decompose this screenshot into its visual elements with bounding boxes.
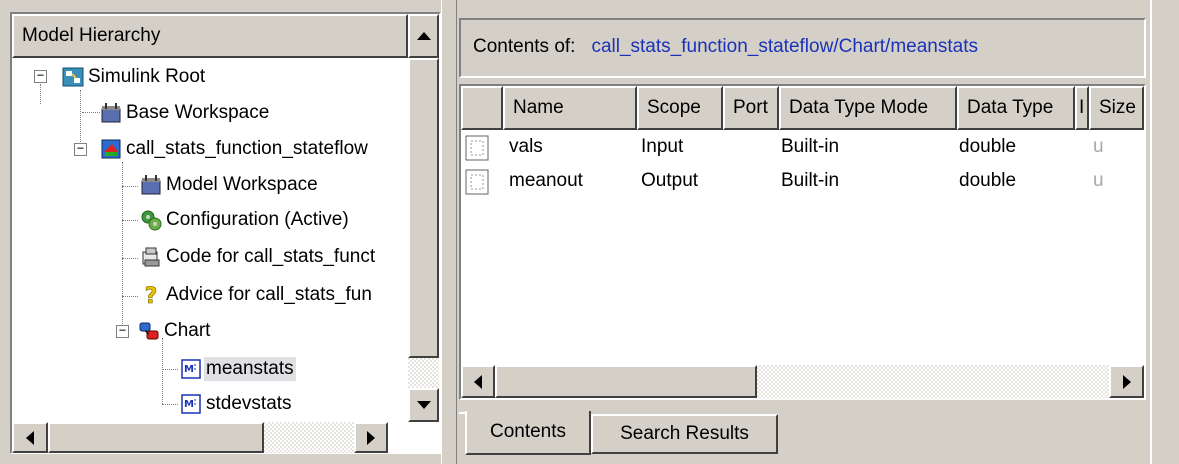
chart-icon bbox=[139, 322, 159, 340]
tree-item-label: Chart bbox=[164, 320, 211, 341]
cell-scope: Input bbox=[641, 136, 684, 157]
workspace-icon bbox=[101, 103, 121, 123]
cell-name: vals bbox=[509, 136, 543, 157]
tree-header[interactable]: Model Hierarchy bbox=[12, 14, 408, 58]
configuration-icon bbox=[141, 210, 162, 231]
tree-item-model[interactable]: call_stats_function_stateflow bbox=[100, 132, 370, 166]
cell-data-type: double bbox=[959, 136, 1017, 157]
tab-search-results[interactable]: Search Results bbox=[591, 414, 778, 454]
contents-path-link[interactable]: call_stats_function_stateflow/Chart/mean… bbox=[591, 36, 978, 58]
code-icon bbox=[142, 247, 160, 267]
arrow-up-icon bbox=[416, 32, 431, 40]
tree-item-chart[interactable]: Chart bbox=[138, 314, 212, 348]
collapse-chart[interactable]: − bbox=[116, 324, 129, 338]
table-row[interactable]: vals Input Built-in double u bbox=[461, 130, 1144, 164]
tree-item-label: Model Workspace bbox=[166, 174, 318, 195]
tab-contents[interactable]: Contents bbox=[465, 411, 591, 455]
tree-item-label: Advice for call_stats_fun bbox=[166, 284, 372, 305]
tree-scroll-down-button[interactable] bbox=[408, 388, 439, 422]
table-row[interactable]: meanout Output Built-in double u bbox=[461, 164, 1144, 198]
advice-icon: ? bbox=[144, 284, 158, 306]
window-right-edge bbox=[1150, 0, 1179, 464]
cell-name: meanout bbox=[509, 170, 583, 191]
tree-item-simulink-root[interactable]: Simulink Root bbox=[62, 60, 207, 94]
arrow-right-icon bbox=[1122, 374, 1131, 389]
column-header-size[interactable]: Size bbox=[1089, 86, 1144, 130]
cell-data-type-mode: Built-in bbox=[781, 170, 840, 191]
collapse-model[interactable]: − bbox=[74, 142, 87, 156]
tree-item-label: Simulink Root bbox=[88, 66, 206, 87]
data-port-icon bbox=[465, 169, 489, 195]
pane-splitter[interactable] bbox=[441, 0, 457, 464]
column-header-truncated[interactable]: I bbox=[1075, 86, 1089, 130]
data-port-icon bbox=[465, 135, 489, 161]
contents-of-label: Contents of: bbox=[473, 36, 576, 57]
tree-scroll-left-button[interactable] bbox=[12, 422, 48, 453]
column-header-scope[interactable]: Scope bbox=[637, 86, 723, 130]
tree-item-stdevstats[interactable]: M stdevstats bbox=[180, 387, 294, 421]
simulink-root-icon bbox=[62, 67, 84, 87]
matlab-function-icon: M bbox=[181, 394, 201, 414]
tree-item-base-workspace[interactable]: Base Workspace bbox=[100, 96, 271, 130]
cell-scope: Output bbox=[641, 170, 699, 191]
column-header-name[interactable]: Name bbox=[503, 86, 637, 130]
column-header-data-type[interactable]: Data Type bbox=[957, 86, 1075, 130]
arrow-down-icon bbox=[416, 401, 431, 409]
table-scroll-right-button[interactable] bbox=[1109, 365, 1144, 398]
tree-scroll-up-button[interactable] bbox=[408, 14, 439, 58]
tree-item-label: Code for call_stats_funct bbox=[166, 246, 376, 267]
svg-text:M: M bbox=[184, 364, 194, 375]
contents-header: Contents of: call_stats_function_statefl… bbox=[459, 20, 1139, 74]
tree-item-label: Base Workspace bbox=[126, 102, 270, 123]
tree-item-label: call_stats_function_stateflow bbox=[126, 138, 368, 159]
tree-item-code[interactable]: Code for call_stats_funct bbox=[140, 240, 377, 274]
workspace-icon bbox=[141, 175, 161, 195]
arrow-right-icon bbox=[367, 430, 375, 445]
tree-item-meanstats[interactable]: M meanstats bbox=[180, 352, 296, 386]
svg-text:M: M bbox=[184, 399, 194, 410]
matlab-function-icon: M bbox=[181, 359, 201, 379]
cell-data-type-mode: Built-in bbox=[781, 136, 840, 157]
tree-scroll-right-button[interactable] bbox=[354, 422, 388, 453]
tree-item-label: Configuration (Active) bbox=[166, 209, 349, 230]
column-header-data-type-mode[interactable]: Data Type Mode bbox=[779, 86, 957, 130]
cell-truncated: u bbox=[1093, 170, 1104, 191]
arrow-left-icon bbox=[474, 374, 482, 389]
table-hscroll-thumb[interactable] bbox=[495, 365, 757, 398]
cell-data-type: double bbox=[959, 170, 1017, 191]
tree-hscroll-thumb[interactable] bbox=[48, 422, 264, 453]
tree-header-label: Model Hierarchy bbox=[22, 25, 161, 46]
tree-item-advice[interactable]: ? Advice for call_stats_fun bbox=[140, 278, 374, 312]
column-header-icon[interactable] bbox=[461, 86, 503, 130]
model-icon bbox=[101, 139, 121, 159]
tree-item-configuration[interactable]: Configuration (Active) bbox=[140, 203, 351, 237]
cell-truncated: u bbox=[1093, 136, 1104, 157]
tree-item-label: stdevstats bbox=[206, 393, 292, 414]
column-header-port[interactable]: Port bbox=[723, 86, 779, 130]
tree-item-label: meanstats bbox=[204, 357, 296, 381]
collapse-simulink-root[interactable]: − bbox=[34, 69, 47, 83]
svg-text:?: ? bbox=[145, 284, 158, 306]
tree-vscroll-thumb[interactable] bbox=[408, 58, 439, 358]
arrow-left-icon bbox=[26, 430, 34, 445]
tree-item-model-workspace[interactable]: Model Workspace bbox=[140, 168, 320, 202]
table-scroll-left-button[interactable] bbox=[461, 365, 495, 398]
